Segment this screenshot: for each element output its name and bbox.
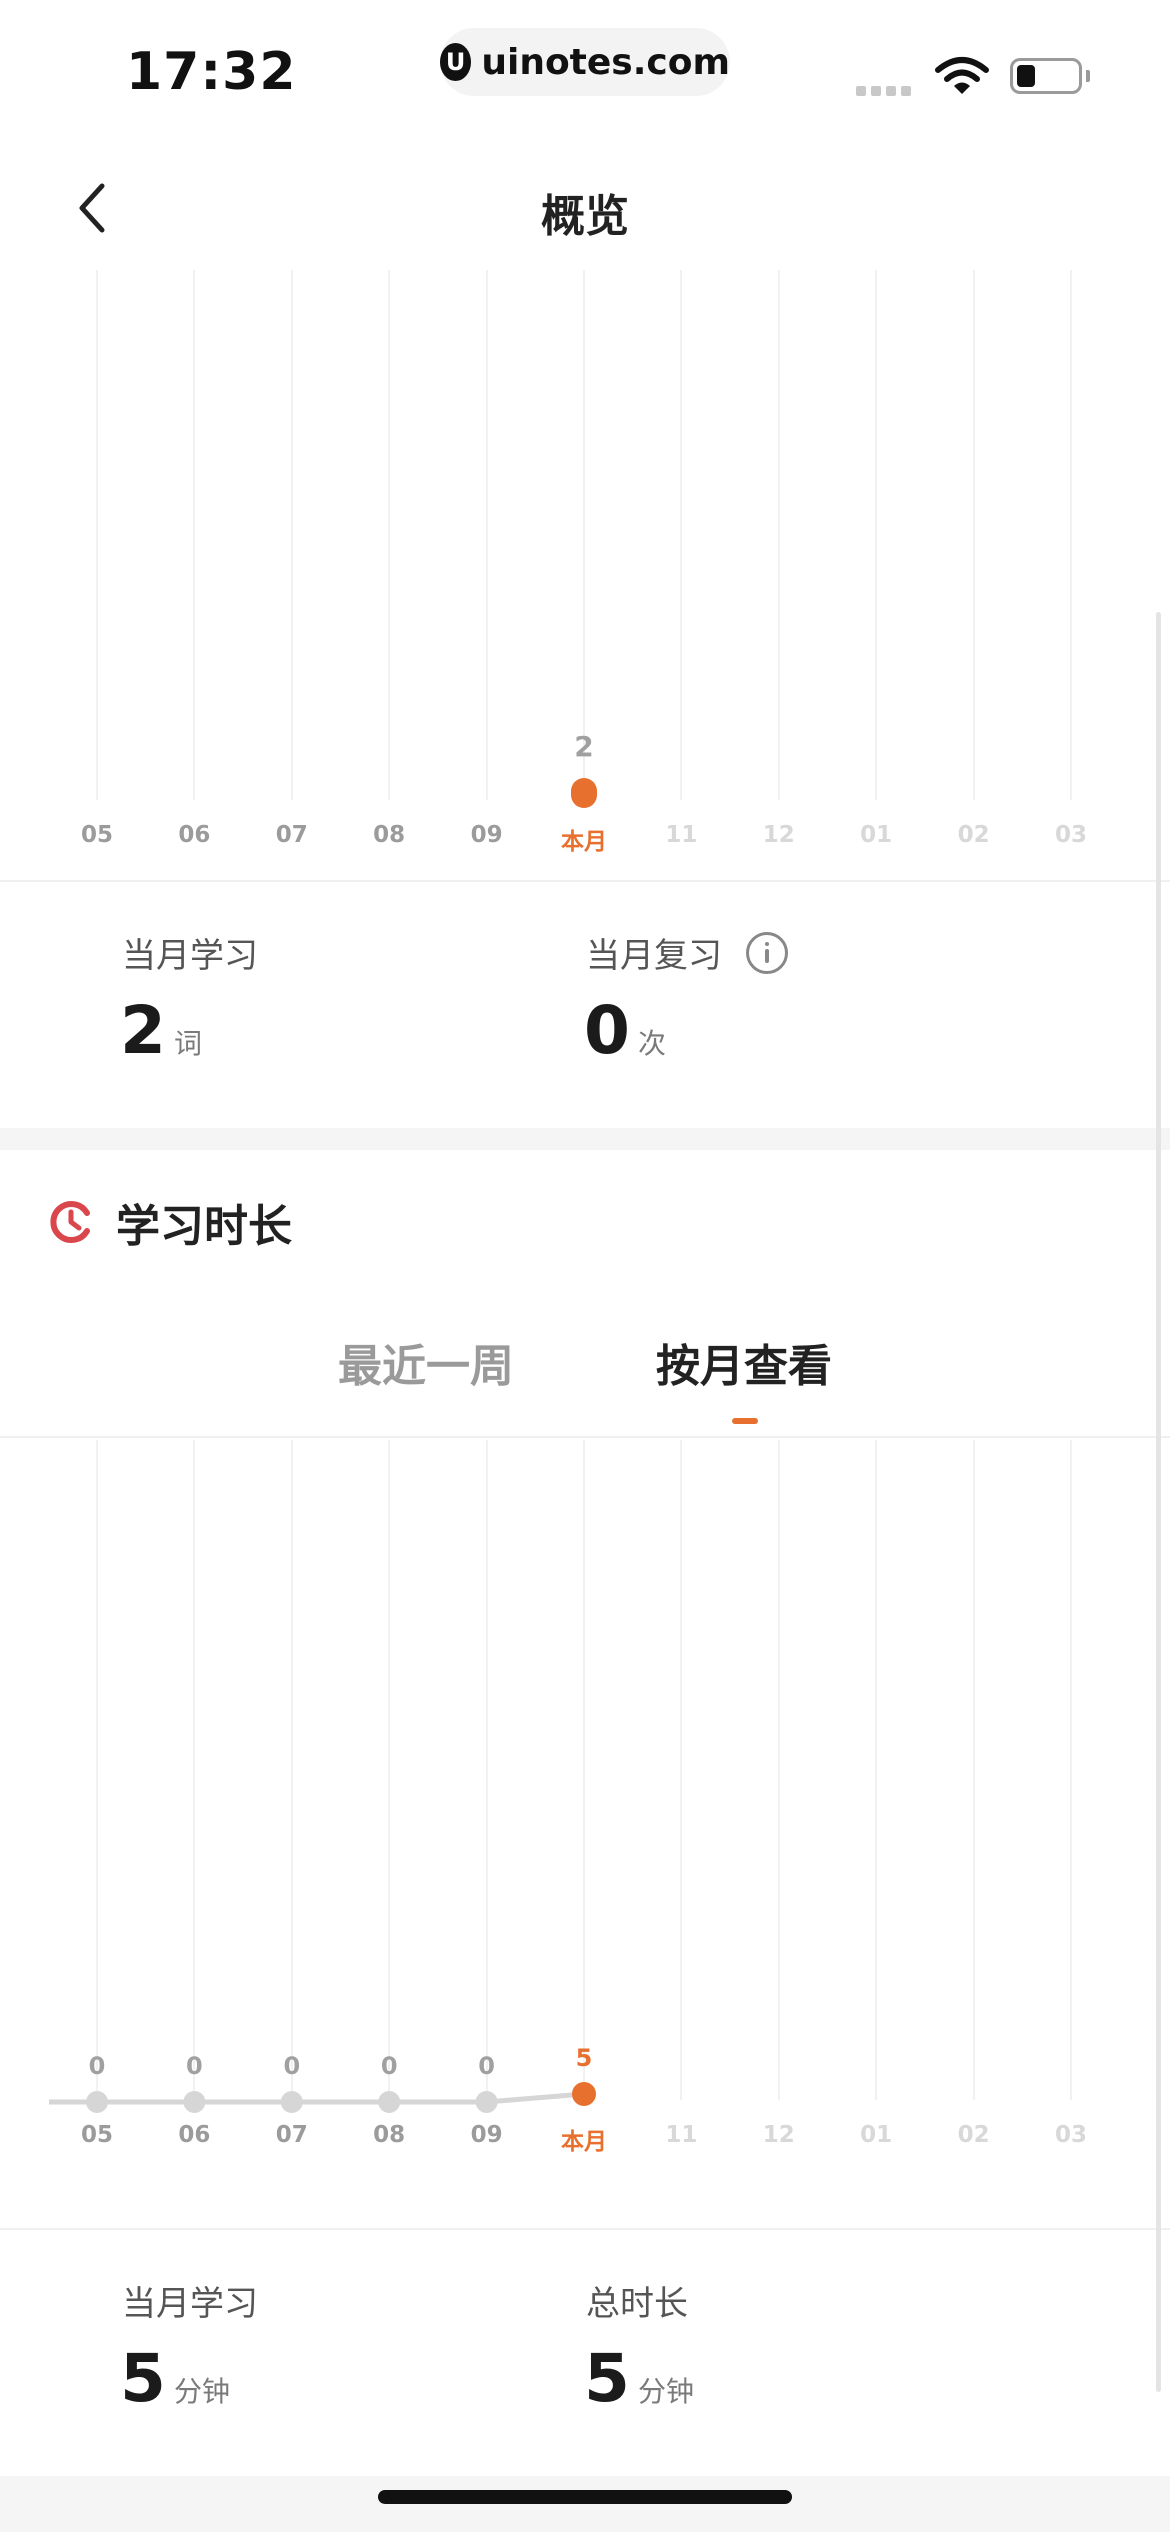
study-time-title: 学习时长 [116, 1201, 292, 1252]
monthly-words-chart: 05 06 07 08 09 本月 11 12 01 02 03 2 [0, 270, 1170, 880]
data-point[interactable] [378, 2091, 401, 2113]
clock-chart-icon [50, 1201, 90, 1243]
url-text: uinotes.com [481, 41, 730, 83]
status-time: 17:32 [126, 42, 297, 102]
gridline [1070, 270, 1072, 800]
x-tick-label[interactable]: 09 [447, 822, 527, 848]
x-tick-label[interactable]: 02 [934, 822, 1014, 848]
month-review-value: 0 [584, 992, 630, 1069]
gridline [777, 270, 780, 800]
data-point[interactable] [183, 2091, 206, 2113]
info-icon[interactable] [746, 932, 788, 974]
study-time-header: 学习时长 [48, 1190, 292, 1254]
x-tick-label[interactable]: 03 [1031, 822, 1111, 848]
data-point[interactable] [86, 2091, 108, 2113]
home-indicator[interactable] [378, 2490, 792, 2504]
nav-bar: 概览 [0, 150, 1170, 270]
month-learn-stat: 2 词 [120, 992, 202, 1069]
section-separator [0, 1128, 1170, 1150]
site-logo-icon: U [440, 43, 472, 81]
month-learn-label: 当月学习 [122, 936, 258, 976]
data-label: 0 [478, 2052, 495, 2080]
gridline [96, 270, 98, 800]
scrollbar[interactable] [1156, 612, 1161, 2392]
x-tick-label[interactable]: 06 [154, 822, 234, 848]
month-review-stat: 0 次 [584, 992, 666, 1069]
month-learn-value: 2 [120, 992, 166, 1069]
total-time-unit: 分钟 [637, 2375, 694, 2408]
data-point[interactable] [475, 2091, 498, 2113]
total-time-stat: 5 分钟 [584, 2340, 694, 2417]
total-time-label: 总时长 [586, 2284, 688, 2324]
data-label: 0 [88, 2052, 106, 2080]
data-label: 0 [283, 2052, 301, 2080]
x-tick-label[interactable]: 01 [836, 822, 916, 848]
page-title: 概览 [541, 191, 629, 242]
battery-icon [1010, 58, 1082, 94]
gridline [193, 270, 196, 800]
month-review-unit: 次 [637, 1027, 666, 1060]
month-study-time-unit: 分钟 [173, 2375, 230, 2408]
x-tick-label[interactable]: 05 [57, 822, 137, 848]
series-line-segment [486, 2091, 585, 2105]
month-study-time-value: 5 [120, 2340, 166, 2417]
battery-tip [1086, 70, 1090, 82]
x-tick-label[interactable]: 11 [641, 822, 721, 848]
active-tab-indicator [732, 1418, 758, 1424]
x-tick-label[interactable]: 08 [349, 822, 429, 848]
divider [0, 1436, 1170, 1438]
data-point[interactable] [280, 2091, 303, 2113]
line-chart-svg [49, 2082, 596, 2113]
month-learn-unit: 词 [173, 1027, 202, 1060]
data-label: 0 [380, 2052, 398, 2080]
x-tick-label[interactable]: 07 [252, 822, 332, 848]
gridline [388, 270, 391, 800]
bottom-area [0, 2476, 1170, 2532]
wifi-icon [935, 57, 989, 94]
tab-recent-week[interactable]: 最近一周 [338, 1330, 514, 1394]
gridline [485, 270, 488, 800]
month-study-time-stat: 5 分钟 [120, 2340, 230, 2417]
month-study-time-label: 当月学习 [122, 2284, 258, 2324]
divider [0, 2228, 1170, 2230]
data-label: 0 [186, 2052, 203, 2080]
gridline [875, 270, 878, 800]
divider [0, 880, 1170, 882]
gridline [680, 270, 683, 800]
url-pill[interactable]: U uinotes.com [440, 28, 730, 96]
tab-by-month[interactable]: 按月查看 [656, 1330, 832, 1394]
status-bar: 17:32 U uinotes.com [0, 0, 1170, 130]
chart-bar[interactable] [571, 778, 597, 808]
data-point[interactable] [572, 2082, 596, 2106]
cellular-signal-icon [856, 86, 911, 96]
gridline [972, 270, 975, 800]
study-duration-chart: 05 06 07 08 09 本月 11 12 01 02 03 0 0 0 0 0 5 [0, 1440, 1170, 2230]
x-tick-label[interactable]: 本月 [544, 822, 624, 856]
gridline [290, 270, 293, 800]
month-review-label: 当月复习 [586, 936, 722, 976]
total-time-value: 5 [584, 2340, 630, 2417]
data-label: 5 [575, 2044, 593, 2072]
data-label: 2 [574, 730, 594, 763]
period-tabs: 最近一周 按月查看 [0, 1330, 1170, 1430]
gridline [583, 270, 585, 800]
x-tick-label[interactable]: 12 [739, 822, 819, 848]
